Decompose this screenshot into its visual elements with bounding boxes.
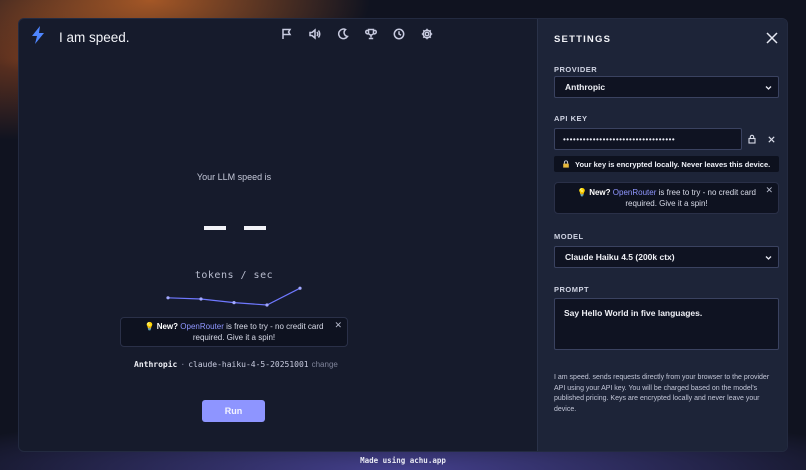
footer-credit: Made using achu.app [360,456,446,465]
prompt-textarea[interactable]: Say Hello World in five languages. [554,298,779,350]
trophy-icon[interactable] [364,27,378,41]
disclaimer-text: I am speed. sends requests directly from… [554,374,770,413]
provider-label: PROVIDER [554,65,598,74]
chevron-down-icon [765,256,772,260]
api-key-label: API KEY [554,114,588,123]
lightbulb-icon: 💡 [577,188,587,197]
model-id: claude-haiku-4-5-20251001 [188,360,309,369]
promo-bold: New? [156,322,179,331]
speed-placeholder-dash-2 [244,226,266,230]
current-model-info: Anthropic · claude-haiku-4-5-20251001 chang… [134,360,338,369]
sparkline-point [298,286,302,290]
change-link[interactable]: change [312,360,338,369]
provider-select[interactable]: Anthropic [554,76,779,98]
sparkline-point [232,301,236,305]
brand: I am speed. [31,26,130,49]
openrouter-promo: 💡 New? OpenRouter is free to try - no cr… [120,317,348,347]
lightning-icon [31,26,45,49]
gear-icon[interactable] [420,27,434,41]
moon-icon[interactable] [336,27,350,41]
speed-label: Your LLM speed is [196,172,272,182]
provider-name: Anthropic [134,360,178,369]
sparkline-point [265,303,269,307]
lightbulb-icon: 💡 [144,322,155,331]
model-select-value: Claude Haiku 4.5 (200k ctx) [565,252,675,262]
openrouter-promo-settings: 💡 New? OpenRouter is free to try - no cr… [554,182,779,214]
close-icon[interactable] [765,31,779,45]
encryption-note: Your key is encrypted locally. Never lea… [554,156,779,172]
speed-placeholder-dash-1 [204,226,226,230]
openrouter-link[interactable]: OpenRouter [613,188,657,197]
provider-select-value: Anthropic [565,82,606,92]
app-title: I am speed. [59,30,130,45]
close-icon[interactable]: ✕ [334,320,342,331]
encryption-note-text: Your key is encrypted locally. Never lea… [575,159,771,169]
speed-history-sparkline [166,286,302,307]
speed-unit: tokens / sec [194,270,274,281]
lock-icon[interactable] [746,133,758,145]
sparkline-point [199,297,203,301]
close-icon[interactable]: ✕ [765,185,773,196]
settings-title: SETTINGS [554,34,612,45]
promo-bold: New? [589,188,611,197]
volume-icon[interactable] [308,27,322,41]
clear-key-icon[interactable] [765,133,777,145]
sparkline-point [166,296,170,300]
openrouter-link[interactable]: OpenRouter [180,322,224,331]
api-key-input[interactable]: •••••••••••••••••••••••••••••••••• [554,128,742,150]
history-icon[interactable] [392,27,406,41]
toolbar [280,27,448,41]
flag-icon[interactable] [280,27,294,41]
run-button[interactable]: Run [202,400,265,422]
settings-panel: SETTINGS PROVIDER Anthropic API KEY ••••… [537,19,787,451]
separator: · [180,360,186,369]
model-label: MODEL [554,232,584,241]
model-select[interactable]: Claude Haiku 4.5 (200k ctx) [554,246,779,268]
lock-icon [563,160,569,168]
prompt-label: PROMPT [554,285,590,294]
app-window: I am speed. Your LLM speed is tokens / s… [18,18,788,452]
chevron-down-icon [765,86,772,90]
main-area: I am speed. Your LLM speed is tokens / s… [19,19,537,451]
